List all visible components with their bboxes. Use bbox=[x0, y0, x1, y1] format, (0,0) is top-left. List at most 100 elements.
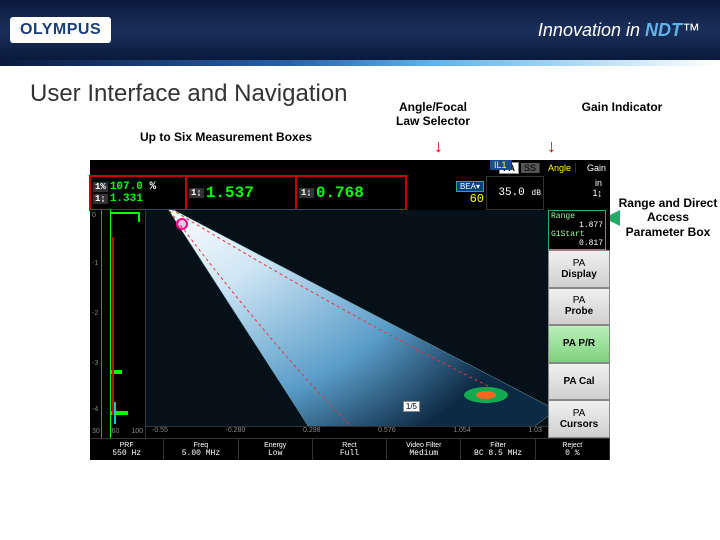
bot-value: BC 8.5 MHz bbox=[474, 449, 522, 458]
botcell-prf[interactable]: PRF550 Hz bbox=[90, 439, 164, 460]
bot-value: Full bbox=[340, 449, 359, 458]
tagline-brand: NDT bbox=[645, 20, 682, 40]
btn-line1: PA Cal bbox=[563, 376, 594, 387]
tick-label: 100 bbox=[131, 428, 143, 438]
bot-label: Rect bbox=[342, 442, 356, 449]
a-scan-trace bbox=[104, 210, 144, 438]
ss-mode-tab[interactable]: SS bbox=[521, 163, 540, 173]
page-indicator: 1/5 bbox=[403, 401, 420, 412]
logo: OLYMPUS bbox=[10, 17, 111, 43]
angle-label: Angle bbox=[544, 163, 576, 173]
sidebar-btn-pa-cal[interactable]: PA Cal bbox=[548, 363, 610, 401]
device-main: 0 -1 -2 -3 -4 30 60 100 bbox=[90, 210, 610, 438]
bot-value: Low bbox=[268, 449, 282, 458]
logo-text: OLYMPUS bbox=[20, 21, 101, 38]
a-scan-strip[interactable]: 0 -1 -2 -3 -4 30 60 100 bbox=[90, 210, 146, 438]
tick-label: 30 bbox=[92, 428, 100, 438]
botcell-freq[interactable]: Freq5.00 MHz bbox=[164, 439, 238, 460]
angle-selector-dropdown[interactable]: BEA▾ bbox=[456, 181, 484, 192]
trademark: ™ bbox=[682, 20, 700, 40]
tick-label: -0.280 bbox=[226, 427, 246, 438]
unit-label: in bbox=[595, 178, 602, 188]
btn-line2: Cursors bbox=[560, 419, 598, 430]
device-bottom-bar: PRF550 Hz Freq5.00 MHz EnergyLow RectFul… bbox=[90, 438, 610, 460]
brand-header: OLYMPUS Innovation in NDT™ bbox=[0, 0, 720, 60]
sidebar-btn-pa-pr[interactable]: PA P/R bbox=[548, 325, 610, 363]
tick-label: -0.55 bbox=[152, 427, 168, 438]
tick-label: -4 bbox=[92, 406, 98, 413]
annot-gain-indicator: Gain Indicator bbox=[572, 100, 672, 114]
depth-icon: 1↨ bbox=[189, 188, 204, 198]
bot-value: Medium bbox=[409, 449, 438, 458]
gain-indicator-box[interactable]: 35.0 dB bbox=[486, 176, 544, 210]
tick-label: 1.03 bbox=[528, 427, 542, 438]
param-label: G1Start bbox=[551, 230, 603, 239]
annot-measurement-boxes: Up to Six Measurement Boxes bbox=[140, 130, 312, 144]
device-screen: IL1 PA SS Angle Gain 1%107.0 % 1↨1.331 1… bbox=[90, 160, 610, 460]
arrow-icon: ↓ bbox=[434, 136, 443, 157]
meas-value: 1.331 bbox=[110, 193, 143, 205]
bot-value: 0 % bbox=[565, 449, 579, 458]
measurement-box-1[interactable]: 1%107.0 % 1↨1.331 bbox=[90, 176, 186, 210]
tick-label: 0.298 bbox=[303, 427, 321, 438]
gain-unit: dB bbox=[531, 189, 541, 198]
sector-axis: -0.55 -0.280 0.298 0.576 1.054 1.03 bbox=[146, 426, 548, 438]
sector-wedge bbox=[146, 210, 548, 438]
angle-value: 60 bbox=[470, 192, 484, 206]
gate-icon: 1% bbox=[93, 182, 108, 192]
tagline-prefix: Innovation in bbox=[538, 20, 645, 40]
bot-label: Freq bbox=[194, 442, 208, 449]
meas-value: 0.768 bbox=[316, 184, 364, 202]
tagline: Innovation in NDT™ bbox=[538, 20, 700, 41]
tick-label: -2 bbox=[92, 310, 98, 317]
bot-label: Reject bbox=[562, 442, 582, 449]
tick-label: 60 bbox=[112, 428, 120, 438]
tick-label: -1 bbox=[92, 260, 98, 267]
btn-line2: Probe bbox=[565, 306, 593, 317]
botcell-reject[interactable]: Reject0 % bbox=[536, 439, 610, 460]
bot-label: Filter bbox=[490, 442, 506, 449]
botcell-video-filter[interactable]: Video FilterMedium bbox=[387, 439, 461, 460]
index-label: 1↨ bbox=[592, 188, 602, 198]
param-value: 1.877 bbox=[551, 221, 603, 230]
measurement-box-2[interactable]: 1↨1.537 bbox=[186, 176, 296, 210]
btn-line1: PA bbox=[573, 258, 586, 269]
sector-scan-display[interactable]: -0.55 -0.280 0.298 0.576 1.054 1.03 1/5 bbox=[146, 210, 548, 438]
btn-line1: PA bbox=[573, 295, 586, 306]
botcell-energy[interactable]: EnergyLow bbox=[239, 439, 313, 460]
arrow-icon: ↓ bbox=[547, 136, 556, 157]
range-parameter-box[interactable]: Range 1.877 G1Start 0.817 bbox=[548, 210, 606, 250]
param-value: 0.817 bbox=[551, 239, 603, 248]
btn-line2: Display bbox=[561, 269, 597, 280]
il-tab: IL1 bbox=[490, 160, 512, 170]
bot-label: Video Filter bbox=[406, 442, 441, 449]
annot-angle-selector: Angle/Focal Law Selector bbox=[388, 100, 478, 129]
botcell-filter[interactable]: FilterBC 8.5 MHz bbox=[461, 439, 535, 460]
depth-icon: 1↨ bbox=[93, 194, 108, 204]
annot-param-box: Range and Direct Access Parameter Box bbox=[618, 196, 718, 239]
measurement-row: 1%107.0 % 1↨1.331 1↨1.537 1↨0.768 BEA▾ 6… bbox=[90, 176, 610, 210]
bot-label: PRF bbox=[120, 442, 134, 449]
meas-value: 107.0 bbox=[110, 181, 143, 193]
gain-value: 35.0 bbox=[498, 187, 524, 199]
meas-unit: % bbox=[149, 181, 156, 193]
a-scan-axis bbox=[90, 210, 102, 438]
tick-label: 0.576 bbox=[378, 427, 396, 438]
botcell-rect[interactable]: RectFull bbox=[313, 439, 387, 460]
tick-label: 0 bbox=[92, 212, 96, 219]
bot-value: 5.00 MHz bbox=[182, 449, 220, 458]
meas-value: 1.537 bbox=[206, 184, 254, 202]
sidebar-btn-pa-probe[interactable]: PAProbe bbox=[548, 288, 610, 326]
sidebar-btn-pa-cursors[interactable]: PACursors bbox=[548, 400, 610, 438]
btn-line1: PA P/R bbox=[563, 338, 595, 349]
cursor-origin-icon[interactable] bbox=[176, 218, 188, 230]
a-scan-bottom-axis: 30 60 100 bbox=[90, 428, 145, 438]
measurement-box-3[interactable]: 1↨0.768 bbox=[296, 176, 406, 210]
tick-label: -3 bbox=[92, 360, 98, 367]
btn-line1: PA bbox=[573, 408, 586, 419]
sidebar-btn-pa-display[interactable]: PADisplay bbox=[548, 250, 610, 288]
sidebar-menu: PADisplay PAProbe PA P/R PA Cal PACursor… bbox=[548, 250, 610, 438]
bot-label: Energy bbox=[264, 442, 286, 449]
param-label: Range bbox=[551, 212, 603, 221]
depth-icon: 1↨ bbox=[299, 188, 314, 198]
